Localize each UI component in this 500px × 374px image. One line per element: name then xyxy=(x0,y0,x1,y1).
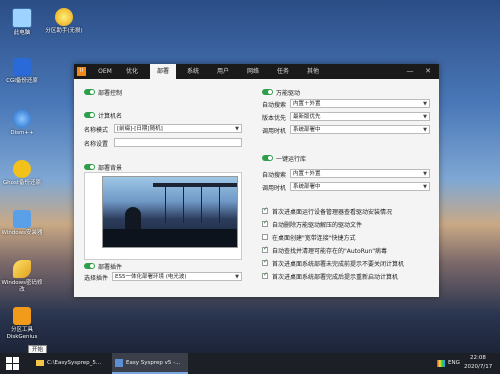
partition-assistant-icon xyxy=(55,8,73,26)
checkbox-open-device-manager[interactable] xyxy=(262,206,268,214)
chevron-down-icon: ▼ xyxy=(423,101,427,107)
gear-icon xyxy=(13,110,31,128)
driver-toggle[interactable] xyxy=(262,89,273,95)
checkbox-broadband-shortcut[interactable] xyxy=(262,234,268,240)
name-mode-label: 名称模式 xyxy=(84,127,109,134)
tab-task[interactable]: 任务 xyxy=(270,64,296,79)
computer-name-toggle[interactable] xyxy=(84,112,95,118)
app-logo-icon: II xyxy=(77,67,86,76)
driver-timing-select[interactable]: 系统部署中 ▼ xyxy=(290,125,430,134)
preview-pane xyxy=(219,187,220,223)
folder-icon xyxy=(36,359,44,366)
plugin-select-label: 选择插件 xyxy=(84,275,109,282)
plugin-select[interactable]: ES5一体化部署环境 (电光波) ▼ xyxy=(112,272,242,281)
checkbox-label: 在桌面创建"宽带连接"快捷方式 xyxy=(272,235,356,242)
driver-version-select[interactable]: 最新版优先 ▼ xyxy=(290,112,430,121)
windows-logo-icon xyxy=(6,357,12,363)
driver-search-select[interactable]: 内置＋外置 ▼ xyxy=(290,99,430,108)
taskbar: C:\EasySysprep_5... Easy Sysprep v5 -...… xyxy=(0,353,500,374)
name-setting-input[interactable] xyxy=(114,138,242,147)
taskbar-item-explorer[interactable]: C:\EasySysprep_5... xyxy=(36,353,106,374)
desktop-icon-this-pc[interactable]: 此电脑 xyxy=(0,8,44,37)
checkbox-no-shutdown-warning[interactable] xyxy=(262,258,268,266)
close-button[interactable]: ✕ xyxy=(421,64,435,79)
background-preview-image[interactable] xyxy=(102,176,238,248)
clock-time[interactable]: 22:08 xyxy=(470,355,486,361)
checkbox-label: 首次进桌面运行设备管理器查看驱动安装情况 xyxy=(272,209,393,216)
desktop-icon-dism[interactable]: Dism++ xyxy=(0,110,44,137)
tab-system[interactable]: 系统 xyxy=(180,64,206,79)
checkbox-label: 自动查找并清理可能存在的"AutoRun"病毒 xyxy=(272,248,387,255)
checkbox-autorun-cleanup[interactable] xyxy=(262,245,268,253)
name-setting-label: 名称设置 xyxy=(84,141,109,148)
chevron-down-icon: ▼ xyxy=(235,126,239,132)
taskbar-item-easysysprep[interactable]: Easy Sysprep v5 -... xyxy=(112,353,188,374)
easy-sysprep-window: II OEM 优化 部署 系统 用户 网络 任务 其他 — ✕ 部署控制 计算机… xyxy=(74,64,439,297)
checkbox-delete-driver-files[interactable] xyxy=(262,219,268,227)
name-mode-select[interactable]: [前缀]-[日期]随机] ▼ xyxy=(114,124,242,133)
clock-date[interactable]: 2020/7/17 xyxy=(464,364,492,370)
preview-pane xyxy=(183,187,184,223)
color-palette-icon[interactable] xyxy=(437,360,445,367)
runtime-search-select[interactable]: 内置＋外置 ▼ xyxy=(290,169,430,178)
driver-title: 万能驱动 xyxy=(276,90,301,97)
installer-icon xyxy=(13,210,31,228)
language-indicator[interactable]: ENG xyxy=(448,360,460,366)
minimize-button[interactable]: — xyxy=(403,64,417,79)
cgi-backup-icon xyxy=(13,58,31,76)
checkbox-restart-prompt[interactable] xyxy=(262,271,268,279)
runtime-toggle[interactable] xyxy=(262,155,273,161)
chevron-down-icon: ▼ xyxy=(423,127,427,133)
desktop-icon-diskgenius[interactable]: 分区工具DiskGenius xyxy=(0,307,44,341)
diskgenius-icon xyxy=(13,307,31,325)
checkbox-label: 首次进桌面系统部署完成后提示重新启动计算机 xyxy=(272,274,399,281)
preview-sill xyxy=(103,229,237,247)
chevron-down-icon: ▼ xyxy=(423,184,427,190)
chevron-down-icon: ▼ xyxy=(235,274,239,280)
chevron-down-icon: ▼ xyxy=(423,171,427,177)
chevron-down-icon: ▼ xyxy=(423,114,427,120)
tab-other[interactable]: 其他 xyxy=(300,64,326,79)
deploy-control-label: 部署控制 xyxy=(98,90,123,97)
background-title: 部署背景 xyxy=(98,165,123,172)
driver-row-label: 调用时机 xyxy=(262,128,287,135)
driver-row-label: 自动搜索 xyxy=(262,102,287,109)
key-icon xyxy=(13,260,31,278)
ghost-icon xyxy=(13,160,31,178)
runtime-title: 一键运行库 xyxy=(276,156,307,163)
tab-user[interactable]: 用户 xyxy=(210,64,236,79)
desktop-icon-ghost[interactable]: Ghost备份还原 xyxy=(0,160,44,187)
window-titlebar: II OEM 优化 部署 系统 用户 网络 任务 其他 — ✕ xyxy=(74,64,439,79)
checkbox-label: 自动删除万能驱动解压的驱动文件 xyxy=(272,222,363,229)
desktop-icon-password-change[interactable]: Windows密码修改 xyxy=(0,260,44,294)
tab-oem[interactable]: OEM xyxy=(92,64,118,79)
driver-row-label: 版本优先 xyxy=(262,115,287,122)
start-button[interactable] xyxy=(6,357,19,370)
computer-name-title: 计算机名 xyxy=(98,113,123,120)
background-toggle[interactable] xyxy=(84,164,95,170)
computer-icon xyxy=(12,8,32,28)
deploy-control-toggle[interactable] xyxy=(84,89,95,95)
tab-network[interactable]: 网络 xyxy=(240,64,266,79)
tab-optimize[interactable]: 优化 xyxy=(120,64,144,79)
desktop-icon-windows-installer[interactable]: Windows安装器 xyxy=(0,210,44,237)
preview-pane xyxy=(201,187,202,223)
desktop-icon-partition-assistant[interactable]: 分区助手(无损) xyxy=(42,8,86,35)
runtime-timing-select[interactable]: 系统部署中 ▼ xyxy=(290,182,430,191)
plugin-title: 部署插件 xyxy=(98,264,123,271)
tab-deploy[interactable]: 部署 xyxy=(150,64,176,79)
desktop-icon-cgi-backup[interactable]: CGI备份还原 xyxy=(0,58,44,85)
runtime-row-label: 自动搜索 xyxy=(262,172,287,179)
preview-pane xyxy=(165,187,166,223)
easysysprep-icon xyxy=(115,358,123,367)
runtime-row-label: 调用时机 xyxy=(262,185,287,192)
plugin-toggle[interactable] xyxy=(84,263,95,269)
checkbox-label: 首次进桌面系统部署未完成前提示不要关闭计算机 xyxy=(272,261,405,268)
